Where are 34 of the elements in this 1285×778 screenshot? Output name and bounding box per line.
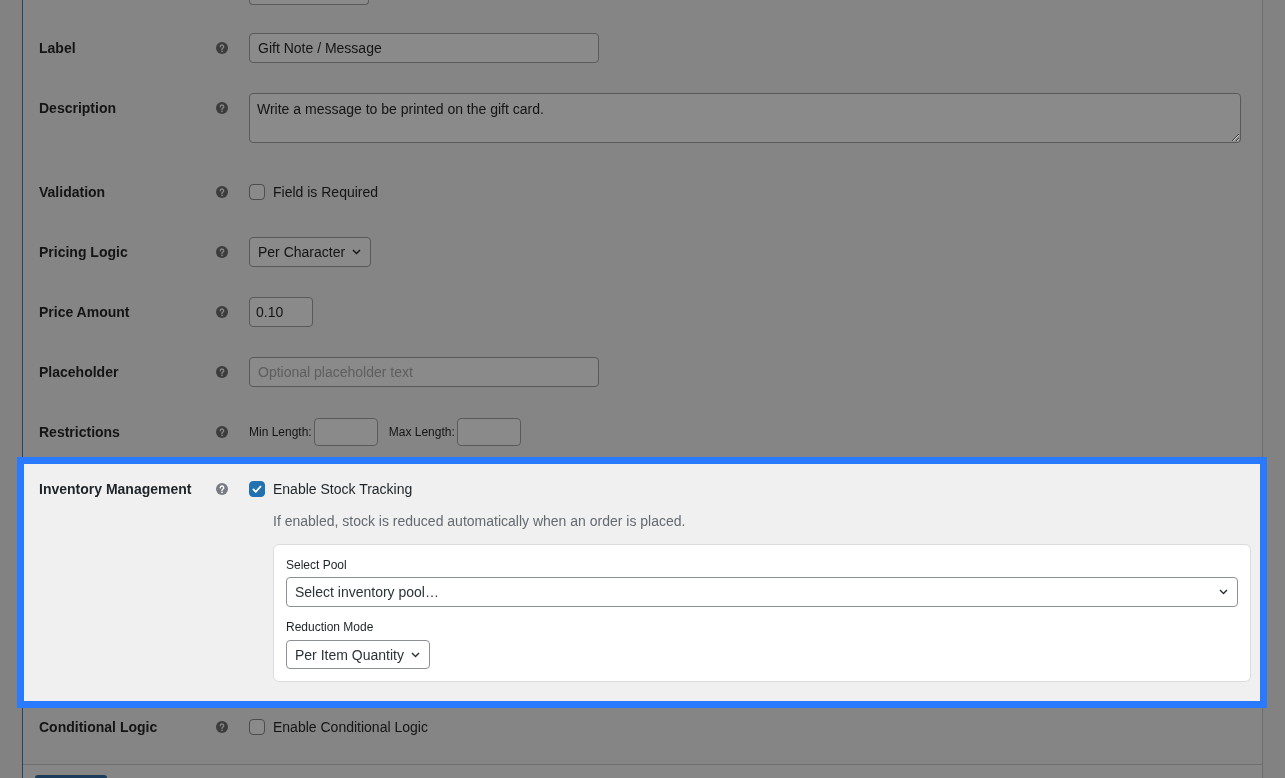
chevron-down-icon xyxy=(410,651,420,658)
input-field[interactable] xyxy=(456,418,521,446)
primary-button[interactable] xyxy=(35,775,107,778)
input-field[interactable] xyxy=(249,0,369,5)
field-label: Min Length: xyxy=(249,425,312,439)
dropdown[interactable]: Per Character xyxy=(249,237,372,267)
field-label: Max Length: xyxy=(388,425,455,439)
checkmark-icon xyxy=(252,485,262,493)
input-field[interactable] xyxy=(313,418,378,446)
checkbox[interactable] xyxy=(249,719,265,735)
row-label: Inventory Management xyxy=(39,480,193,499)
row-label: Placeholder xyxy=(39,363,120,382)
dropdown[interactable]: Select inventory pool… xyxy=(286,577,1238,607)
field-label: Select Pool xyxy=(286,557,348,573)
checkbox-label: Enable Conditional Logic xyxy=(273,719,428,735)
row-label: Label xyxy=(39,39,77,58)
checkbox-label: Enable Stock Tracking xyxy=(273,481,413,497)
hint-text: If enabled, stock is reduced automatically when an order is placed. xyxy=(273,512,687,531)
checkbox[interactable] xyxy=(249,481,265,497)
dropdown[interactable]: Per Item Quantity xyxy=(286,640,430,669)
textarea-field[interactable]: Write a message to be printed on the gift card. xyxy=(249,93,1241,143)
input-field[interactable]: 0.10 xyxy=(249,297,313,327)
row-label: Pricing Logic xyxy=(39,243,129,262)
field-label: Reduction Mode xyxy=(286,619,375,635)
checkbox-label: Field is Required xyxy=(273,184,379,200)
row-label: Restrictions xyxy=(39,423,121,442)
row-label: Price Amount xyxy=(39,303,131,322)
row-label: Validation xyxy=(39,183,107,202)
row-label: Description xyxy=(39,99,117,118)
chevron-down-icon xyxy=(1219,589,1228,595)
row-label: Conditional Logic xyxy=(39,718,159,737)
checkbox[interactable] xyxy=(249,184,265,200)
chevron-down-icon xyxy=(352,249,362,255)
input-field[interactable]: Gift Note / Message xyxy=(249,33,599,63)
